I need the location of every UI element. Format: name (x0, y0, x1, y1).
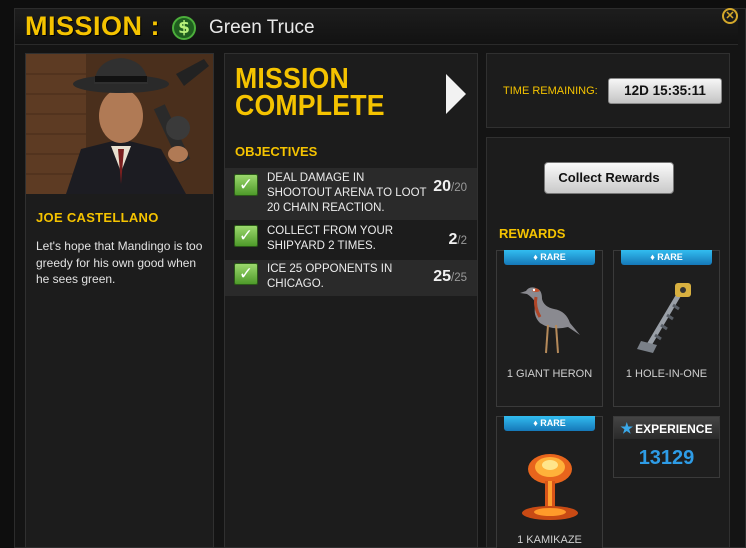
time-remaining-value: 12D 15:35:11 (608, 78, 722, 104)
star-icon: ★ (620, 420, 634, 436)
objective-text: ICE 25 OPPONENTS IN CHICAGO. (267, 263, 393, 290)
collect-rewards-button[interactable]: Collect Rewards (544, 162, 674, 194)
experience-card: ★ EXPERIENCE 13129 (613, 416, 720, 478)
time-remaining-label: TIME REMAINING: (503, 85, 598, 97)
experience-header: ★ EXPERIENCE (614, 417, 719, 439)
reward-card[interactable]: ♦ RARE 1 GIANT HERON (496, 250, 603, 407)
rewards-heading: REWARDS (499, 226, 566, 241)
rare-badge: ♦ RARE (504, 416, 595, 431)
money-icon: $ (172, 16, 196, 40)
character-panel: JOE CASTELLANO Let's hope that Mandingo … (25, 53, 214, 548)
objective-progress: 25/25 (433, 268, 467, 285)
mushroom-cloud-icon (510, 447, 590, 523)
reward-card[interactable]: ♦ RARE 1 KAMIKAZE (496, 416, 603, 548)
character-portrait (26, 54, 213, 194)
mission-complete-title: MISSION COMPLETE (235, 63, 385, 122)
reward-name: 1 KAMIKAZE (517, 534, 582, 546)
timer-panel: TIME REMAINING: 12D 15:35:11 (486, 53, 730, 128)
mission-header: MISSION : $ Green Truce (15, 9, 738, 45)
mission-label: MISSION : (25, 11, 161, 41)
objective-text: COLLECT FROM YOUR SHIPYARD 2 TIMES. (267, 225, 394, 252)
objectives-panel: MISSION COMPLETE OBJECTIVES ✓ DEAL DAMAG… (224, 53, 478, 548)
rare-badge: ♦ RARE (504, 250, 595, 265)
gangster-portrait-icon (26, 54, 213, 194)
reward-card[interactable]: ♦ RARE 1 HOLE-IN-ONE (613, 250, 720, 407)
objective-progress: 20/20 (433, 178, 467, 195)
rewards-panel: Collect Rewards REWARDS ♦ RARE 1 GIANT H… (486, 137, 730, 548)
reward-name: 1 GIANT HERON (506, 368, 593, 380)
next-arrow-icon[interactable] (446, 74, 466, 114)
objective-row: ✓ COLLECT FROM YOUR SHIPYARD 2 TIMES. 2/… (225, 222, 477, 258)
heron-icon (510, 277, 590, 357)
character-quote: Let's hope that Mandingo is too greedy f… (36, 239, 203, 286)
objective-progress: 2/2 (448, 231, 468, 248)
checkmark-icon: ✓ (234, 174, 258, 196)
experience-label: EXPERIENCE (635, 422, 713, 436)
objective-text: DEAL DAMAGE IN SHOOTOUT ARENA TO LOOT 20… (267, 172, 427, 214)
rare-badge: ♦ RARE (621, 250, 712, 265)
character-name: JOE CASTELLANO (36, 210, 159, 225)
objective-row: ✓ ICE 25 OPPONENTS IN CHICAGO. 25/25 (225, 260, 477, 296)
close-icon[interactable]: ✕ (722, 8, 738, 24)
checkmark-icon: ✓ (234, 263, 258, 285)
checkmark-icon: ✓ (234, 225, 258, 247)
objectives-heading: OBJECTIVES (235, 144, 318, 159)
golf-club-gun-icon (627, 277, 707, 357)
objective-row: ✓ DEAL DAMAGE IN SHOOTOUT ARENA TO LOOT … (225, 168, 477, 220)
mission-name: Green Truce (209, 17, 315, 38)
reward-name: 1 HOLE-IN-ONE (625, 368, 708, 380)
experience-value: 13129 (638, 447, 695, 469)
